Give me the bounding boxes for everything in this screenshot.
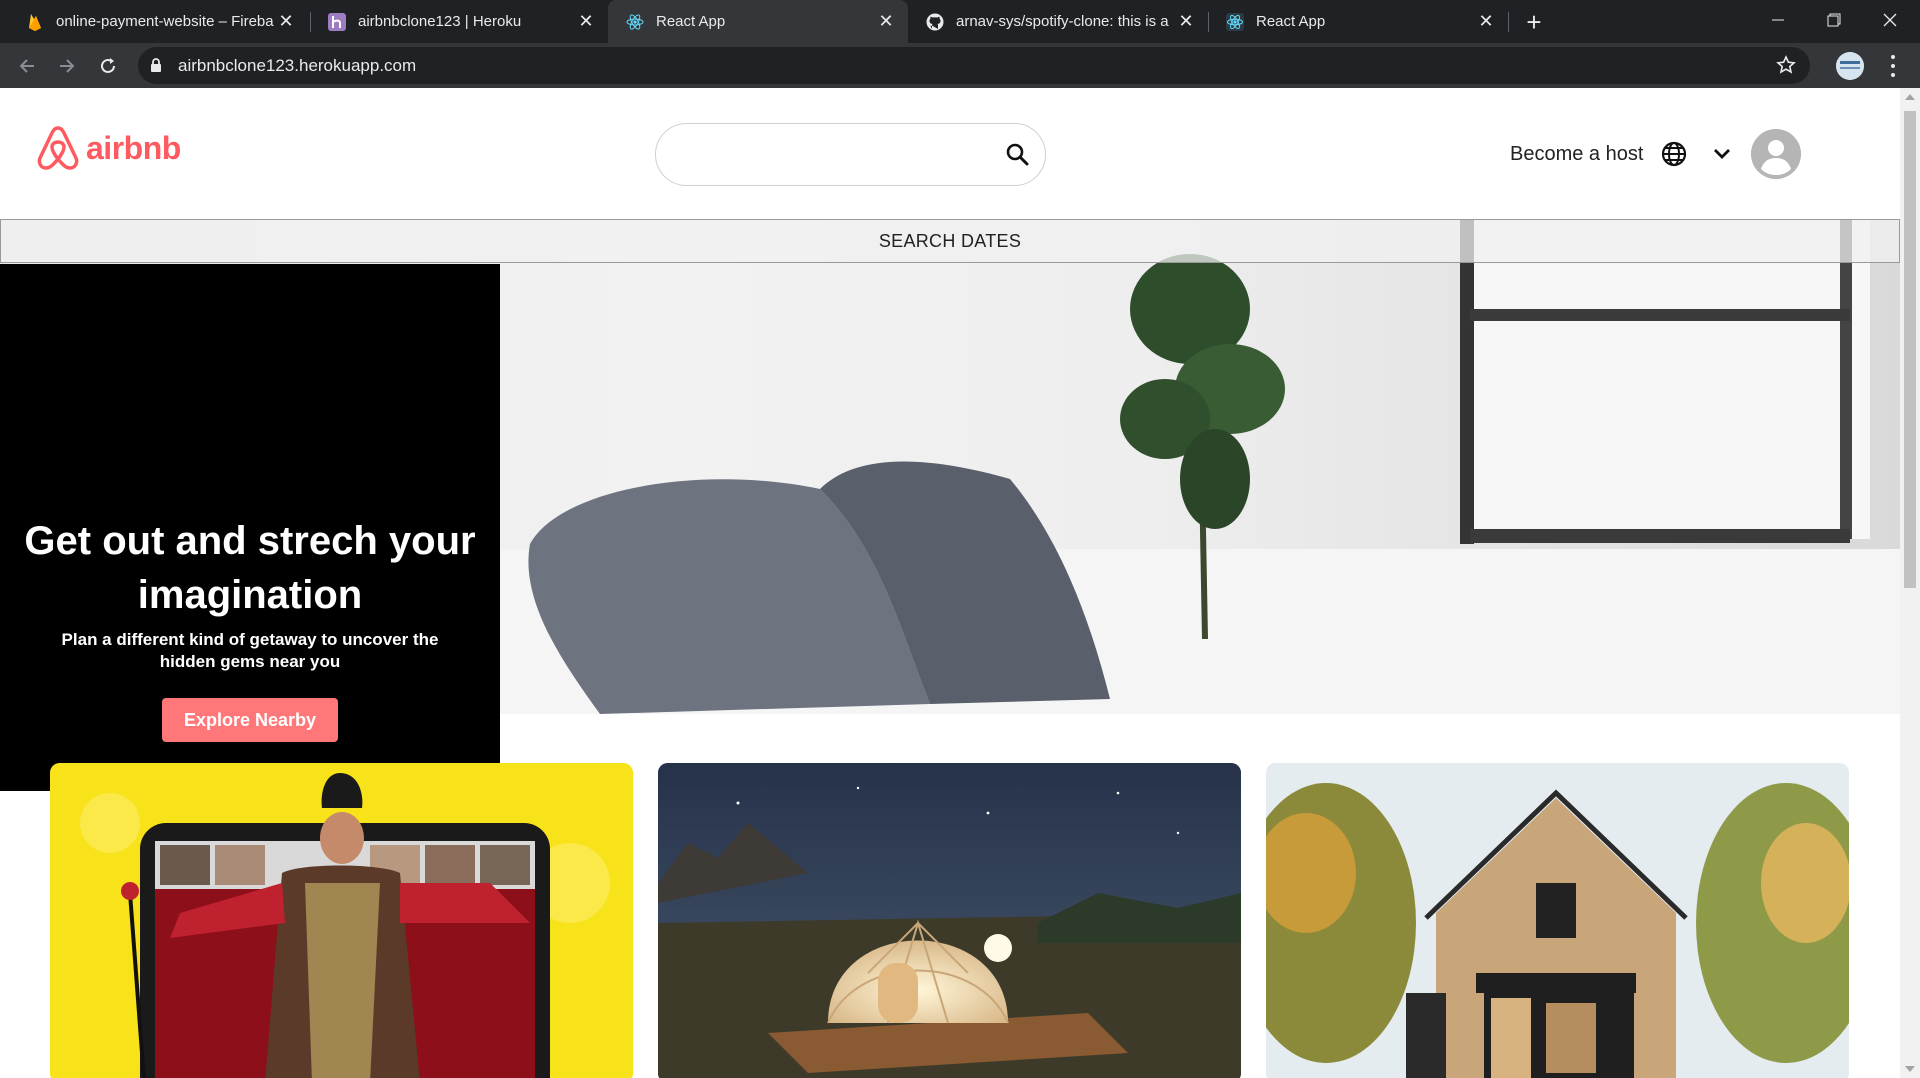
glamping-dome-image [658, 763, 1241, 1078]
logo-text: airbnb [86, 129, 181, 166]
globe-icon[interactable] [1661, 141, 1687, 167]
browser-menu-icon[interactable] [1883, 53, 1903, 79]
search-input[interactable] [676, 140, 1000, 170]
card-online-experiences[interactable] [50, 763, 633, 1078]
firebase-icon [26, 13, 44, 31]
page-viewport: airbnb Become a host SEARCH DATES Get ou… [0, 88, 1900, 1078]
page-scrollbar[interactable] [1900, 88, 1920, 1078]
browser-tab-bar: online-payment-website – Fireba ✕ airbnb… [0, 0, 1920, 43]
heroku-icon [328, 12, 346, 31]
user-avatar-icon[interactable] [1751, 129, 1802, 179]
browser-tab[interactable]: arnav-sys/spotify-clone: this is a ✕ [908, 0, 1208, 43]
online-experiences-image [50, 763, 633, 1078]
lock-icon [150, 57, 162, 78]
explore-nearby-button[interactable]: Explore Nearby [162, 698, 338, 742]
close-tab-icon[interactable]: ✕ [1174, 10, 1198, 34]
restore-icon[interactable] [1806, 0, 1862, 40]
become-host-link[interactable]: Become a host [1510, 143, 1643, 166]
close-tab-icon[interactable]: ✕ [274, 10, 298, 34]
wooden-cabin-image [1266, 763, 1849, 1078]
url-text: airbnbclone123.herokuapp.com [178, 56, 417, 75]
site-header: airbnb Become a host [0, 88, 1900, 219]
reload-icon[interactable] [91, 49, 125, 83]
react-icon [626, 13, 644, 31]
react-icon [1226, 12, 1244, 31]
minimize-icon[interactable] [1750, 0, 1806, 40]
chevron-down-icon[interactable] [1713, 148, 1731, 160]
airbnb-logo-icon [37, 126, 79, 170]
browser-tab[interactable]: airbnbclone123 | Heroku ✕ [310, 0, 608, 43]
search-bar[interactable] [655, 123, 1046, 186]
search-dates-button[interactable]: SEARCH DATES [0, 219, 1900, 263]
hero-title: Get out and strech your imagination [24, 519, 476, 617]
search-icon[interactable] [1005, 142, 1029, 171]
card-glamping-dome[interactable] [658, 763, 1241, 1078]
hero-subtitle: Plan a different kind of getaway to unco… [61, 630, 439, 671]
browser-tab[interactable]: React App ✕ [1208, 0, 1508, 43]
close-tab-icon[interactable]: ✕ [874, 10, 898, 34]
scrollbar-thumb[interactable] [1904, 111, 1916, 588]
address-bar[interactable]: airbnbclone123.herokuapp.com [138, 47, 1810, 84]
airbnb-logo[interactable]: airbnb [36, 125, 181, 171]
browser-toolbar: airbnbclone123.herokuapp.com [0, 43, 1920, 88]
back-icon[interactable] [10, 49, 44, 83]
browser-tab-active[interactable]: React App ✕ [608, 0, 908, 43]
header-actions: Become a host [1510, 128, 1802, 180]
close-tab-icon[interactable]: ✕ [1474, 10, 1498, 34]
card-wooden-cabin[interactable] [1266, 763, 1849, 1078]
profile-avatar-icon[interactable] [1836, 52, 1864, 80]
new-tab-icon[interactable]: + [1518, 6, 1550, 38]
hero-banner: Get out and strech your imagination Plan… [0, 264, 500, 791]
close-tab-icon[interactable]: ✕ [574, 10, 598, 34]
github-icon [926, 13, 944, 31]
browser-tab[interactable]: online-payment-website – Fireba ✕ [8, 0, 308, 43]
close-window-icon[interactable] [1862, 0, 1918, 40]
bookmark-star-icon[interactable] [1776, 55, 1796, 80]
forward-icon[interactable] [50, 49, 84, 83]
